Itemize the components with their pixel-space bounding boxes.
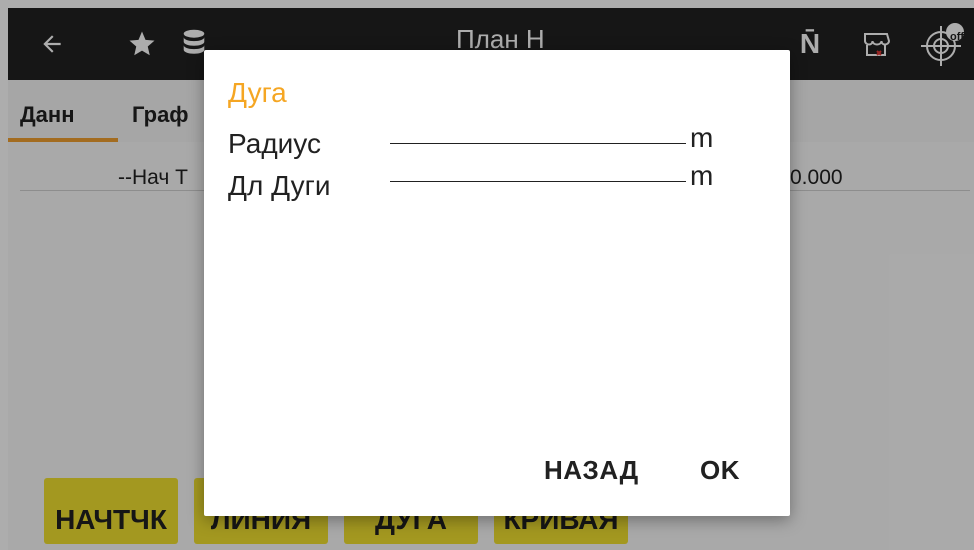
ok-button[interactable]: OK bbox=[700, 455, 740, 486]
dialog-title: Дуга bbox=[228, 77, 287, 108]
arc-length-unit: m bbox=[690, 160, 714, 191]
arc-length-input[interactable] bbox=[390, 181, 686, 182]
radius-unit: m bbox=[690, 122, 714, 153]
arc-dialog: Дуга Радиус m Дл Дуги m НАЗАД OK bbox=[204, 50, 790, 516]
arc-length-label: Дл Дуги bbox=[228, 170, 331, 201]
radius-input[interactable] bbox=[390, 143, 686, 144]
radius-label: Радиус bbox=[228, 128, 321, 159]
back-button[interactable]: НАЗАД bbox=[544, 455, 639, 486]
